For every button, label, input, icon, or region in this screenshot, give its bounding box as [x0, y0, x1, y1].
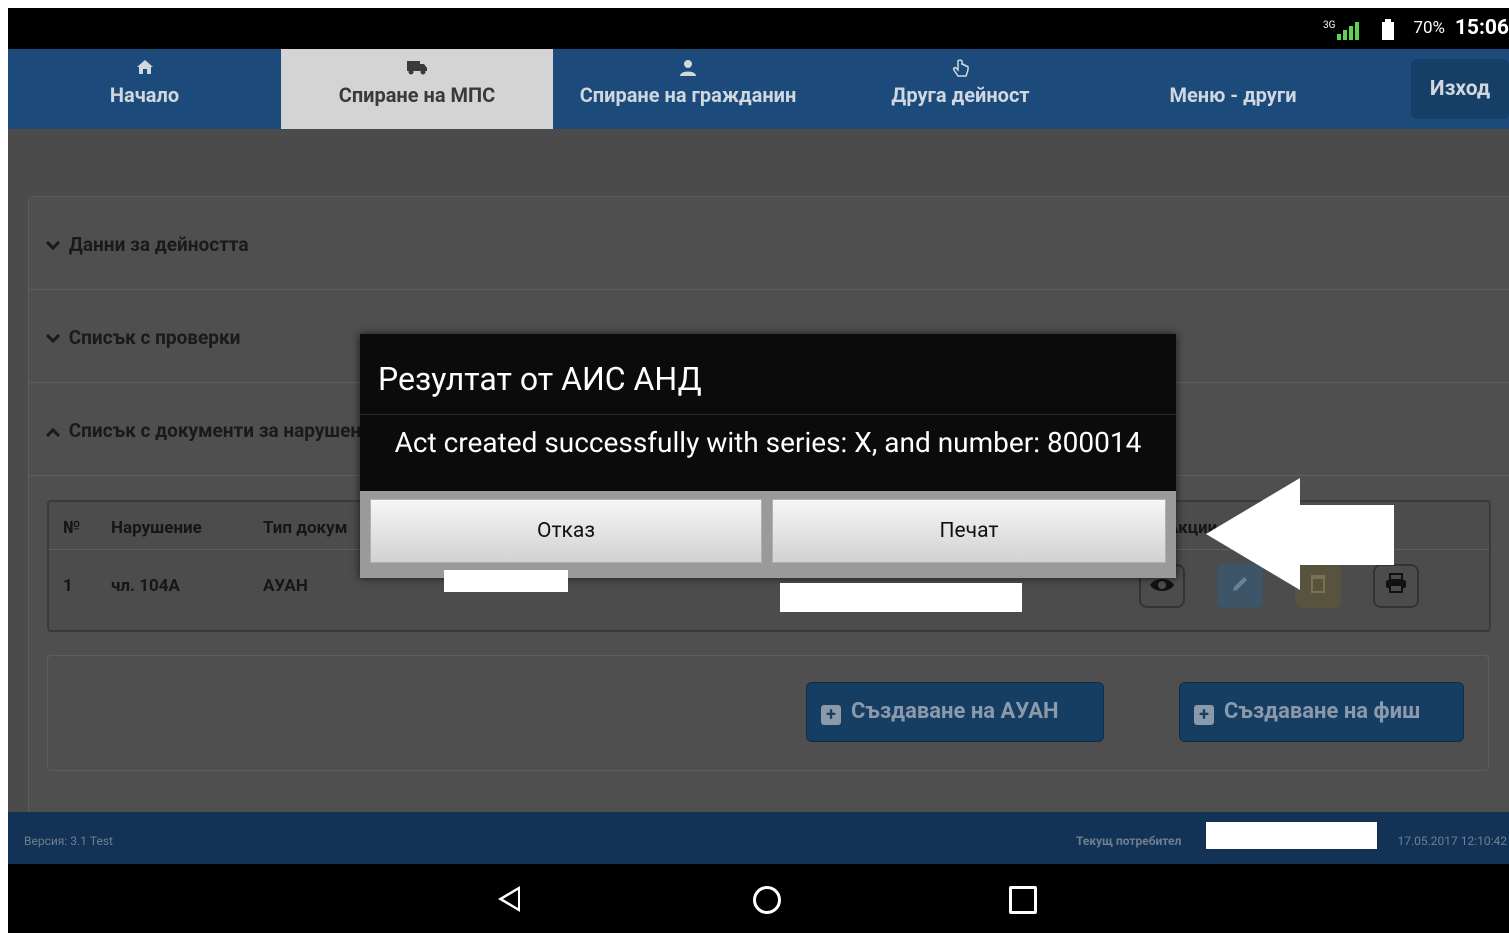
section-activity-label: Данни за дейността — [68, 233, 249, 256]
home-circle-icon[interactable] — [753, 886, 781, 914]
android-nav-bar — [8, 864, 1509, 933]
print-row-button[interactable] — [1373, 564, 1419, 608]
result-dialog: Резултат от АИС АНД Act created successf… — [360, 334, 1176, 578]
plus-icon: + — [821, 705, 841, 725]
user-icon — [553, 59, 823, 81]
status-bar: 3G 70% 15:06 — [8, 8, 1509, 49]
tab-menu-other[interactable]: Меню - други — [1098, 49, 1368, 129]
hand-pointer-icon — [823, 59, 1098, 81]
tab-stop-vehicle-label: Спиране на МПС — [338, 83, 496, 107]
tab-home-label: Начало — [109, 83, 180, 107]
tab-menu-other-label: Меню - други — [1169, 83, 1297, 107]
timestamp: 17.05.2017 12:10:42 — [1397, 834, 1507, 848]
tab-other-activity[interactable]: Друга дейност — [823, 49, 1098, 129]
printer-icon — [1385, 573, 1407, 598]
tab-other-activity-label: Друга дейност — [891, 83, 1030, 107]
delete-button[interactable] — [1295, 564, 1341, 608]
signal-icon: 3G — [1323, 20, 1359, 40]
recent-apps-icon[interactable] — [1009, 886, 1037, 914]
actions-box: + Създаване на АУАН + Създаване на фиш — [47, 655, 1489, 771]
chevron-up-icon — [45, 419, 64, 442]
dialog-divider — [360, 414, 1176, 415]
tab-stop-citizen[interactable]: Спиране на гражданин — [553, 49, 823, 129]
redacted-user-name — [1206, 822, 1377, 849]
annotation-underline-print — [780, 583, 1022, 612]
create-fish-button[interactable]: + Създаване на фиш — [1179, 682, 1464, 742]
cell-num: 1 — [63, 576, 73, 596]
home-icon — [8, 59, 281, 81]
tab-stop-citizen-label: Спиране на гражданин — [579, 83, 797, 107]
section-activity-data[interactable]: Данни за дейността — [29, 197, 1509, 290]
tab-stop-vehicle[interactable]: Спиране на МПС — [281, 49, 553, 129]
cell-violation: чл. 104А — [111, 576, 180, 596]
create-auan-label: Създаване на АУАН — [851, 699, 1059, 724]
cell-doc-type: АУАН — [263, 576, 308, 596]
top-nav: Начало Спиране на МПС Спиране на граждан… — [8, 49, 1509, 129]
create-auan-button[interactable]: + Създаване на АУАН — [806, 682, 1104, 742]
dialog-title: Резултат от АИС АНД — [378, 360, 702, 398]
create-fish-label: Създаване на фиш — [1224, 699, 1421, 724]
section-checks-label: Списък с проверки — [68, 326, 241, 349]
chevron-down-icon — [45, 326, 64, 349]
annotation-underline-cancel — [444, 570, 568, 592]
clock: 15:06 — [1454, 16, 1509, 40]
footer: Версия: 3.1 Test Текущ потребител 17.05.… — [8, 812, 1509, 864]
dialog-message: Act created successfully with series: X,… — [394, 426, 1142, 459]
tablet-screen: 3G 70% 15:06 Начало Спиране на МПС Спира… — [8, 8, 1509, 933]
trash-icon — [1310, 574, 1326, 598]
version-text: Версия: 3.1 Test — [24, 834, 113, 848]
col-header-violation: Нарушение — [111, 518, 202, 538]
section-documents-label: Списък с документи за нарушения — [68, 419, 383, 442]
print-button[interactable]: Печат — [772, 499, 1166, 563]
plus-icon: + — [1194, 705, 1214, 725]
cancel-button[interactable]: Отказ — [370, 499, 762, 563]
battery-icon — [1382, 19, 1394, 40]
network-type: 3G — [1323, 20, 1336, 31]
col-header-num: № — [63, 518, 81, 538]
chevron-down-icon — [45, 233, 64, 256]
logout-button[interactable]: Изход — [1411, 59, 1509, 119]
battery-percent: 70% — [1413, 18, 1445, 38]
col-header-doc-type: Тип докум — [263, 518, 348, 538]
dialog-button-bar: Отказ Печат — [360, 491, 1176, 578]
tab-home[interactable]: Начало — [8, 49, 281, 129]
current-user-label: Текущ потребител — [1076, 834, 1182, 848]
truck-icon — [281, 59, 553, 81]
